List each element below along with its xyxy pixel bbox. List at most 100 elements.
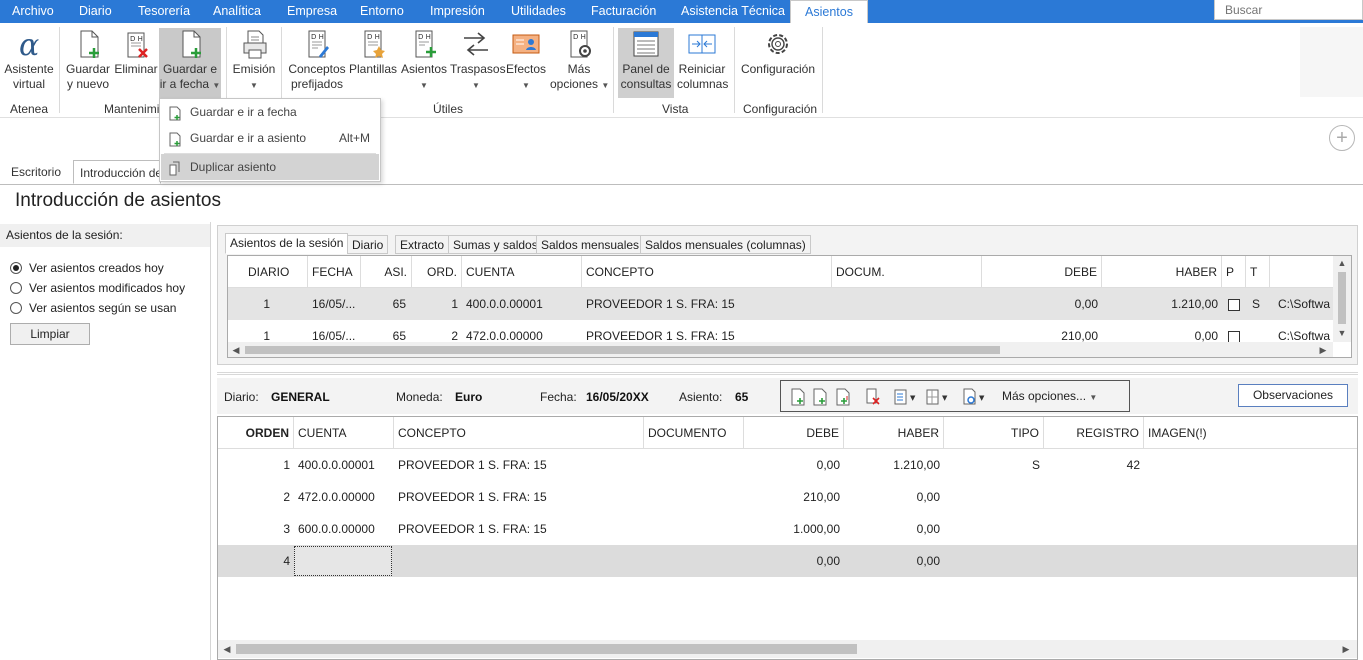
- checkbox[interactable]: [1228, 298, 1240, 311]
- cell-debe[interactable]: 0,00: [744, 545, 844, 577]
- col-header-t[interactable]: T: [1246, 256, 1270, 288]
- cell-debe: 1.000,00: [793, 522, 840, 536]
- cell-documento: [644, 481, 744, 513]
- mas-opciones-menu[interactable]: Más opciones... ▼: [1002, 389, 1097, 403]
- col-header-debe[interactable]: DEBE: [982, 256, 1102, 288]
- menu-facturacion[interactable]: Facturación: [591, 0, 656, 23]
- col-header-diario[interactable]: DIARIO: [228, 256, 308, 288]
- radio-circle[interactable]: [10, 282, 22, 294]
- guardar-ir-fecha-button[interactable]: Guardar e ir a fecha ▼: [159, 28, 221, 98]
- scroll-thumb[interactable]: [1338, 272, 1346, 324]
- cell-concepto[interactable]: [394, 545, 644, 577]
- asientos-button[interactable]: D H Asientos ▼: [400, 28, 448, 93]
- radio-circle[interactable]: [10, 262, 22, 274]
- horizontal-scrollbar[interactable]: ◀ ▶: [218, 640, 1357, 658]
- tab-introduccion[interactable]: Introducción de: [73, 160, 161, 184]
- scroll-up-icon[interactable]: ▲: [1335, 256, 1349, 270]
- search-input[interactable]: [1214, 0, 1363, 20]
- document-insert-icon[interactable]: [812, 388, 828, 406]
- tab-asientos-sesion[interactable]: Asientos de la sesión: [225, 233, 349, 254]
- scroll-right-icon[interactable]: ▶: [1316, 343, 1330, 357]
- col-header-cuenta[interactable]: CUENTA: [462, 256, 582, 288]
- menu-entorno[interactable]: Entorno: [360, 0, 404, 23]
- menu-asistencia-tecnica[interactable]: Asistencia Técnica: [681, 0, 785, 23]
- dropdown-item-guardar-asiento[interactable]: Guardar e ir a asiento Alt+M: [161, 125, 379, 151]
- menu-diario[interactable]: Diario: [79, 0, 112, 23]
- col-header-cuenta[interactable]: CUENTA: [294, 417, 394, 449]
- diario-label: Diario:: [224, 390, 259, 404]
- radio-creados-hoy[interactable]: Ver asientos creados hoy: [10, 260, 164, 276]
- radio-modificados-hoy[interactable]: Ver asientos modificados hoy: [10, 280, 185, 296]
- col-header-tipo[interactable]: TIPO: [944, 417, 1044, 449]
- cell-docum: [832, 288, 982, 320]
- scroll-thumb[interactable]: [245, 346, 1000, 354]
- reiniciar-columnas-button[interactable]: Reiniciar columnas: [677, 28, 728, 92]
- scroll-thumb[interactable]: [236, 644, 857, 654]
- vertical-scrollbar[interactable]: ▲ ▼: [1333, 256, 1351, 342]
- svg-text:D H: D H: [130, 35, 143, 43]
- document-add-icon[interactable]: [790, 388, 806, 406]
- observaciones-button[interactable]: Observaciones: [1238, 384, 1348, 407]
- col-header-fecha[interactable]: FECHA: [308, 256, 361, 288]
- limpiar-button[interactable]: Limpiar: [10, 323, 90, 345]
- tab-saldos-mensuales[interactable]: Saldos mensuales: [536, 235, 645, 254]
- scroll-left-icon[interactable]: ◀: [229, 343, 243, 357]
- plantillas-button[interactable]: D H Plantillas: [349, 28, 397, 77]
- add-tab-button[interactable]: +: [1329, 125, 1355, 151]
- menu-impresion[interactable]: Impresión: [430, 0, 485, 23]
- menu-asientos[interactable]: Asientos: [790, 0, 868, 23]
- scroll-right-icon[interactable]: ▶: [1339, 642, 1353, 656]
- mas-opciones-button[interactable]: D H Más opciones ▼: [550, 28, 609, 93]
- traspasos-button[interactable]: Traspasos ▼: [450, 28, 506, 93]
- asistente-virtual-button[interactable]: α Asistente virtual: [4, 28, 54, 92]
- radio-circle[interactable]: [10, 302, 22, 314]
- tab-escritorio[interactable]: Escritorio: [5, 160, 67, 184]
- col-header-ruta[interactable]: [1270, 256, 1333, 288]
- col-header-debe[interactable]: DEBE: [744, 417, 844, 449]
- col-header-orden[interactable]: ORDEN: [218, 417, 294, 449]
- cell-haber[interactable]: 0,00: [844, 545, 944, 577]
- configuracion-button[interactable]: Configuración: [740, 28, 816, 77]
- document-copy-icon[interactable]: [835, 388, 851, 406]
- col-header-concepto[interactable]: CONCEPTO: [394, 417, 644, 449]
- col-header-concepto[interactable]: CONCEPTO: [582, 256, 832, 288]
- tab-diario[interactable]: Diario: [347, 235, 389, 254]
- asiento-label: Asiento:: [679, 390, 723, 404]
- horizontal-scrollbar[interactable]: ◀ ▶: [228, 342, 1333, 357]
- menu-utilidades[interactable]: Utilidades: [511, 0, 566, 23]
- guardar-nuevo-button[interactable]: Guardar y nuevo: [64, 28, 112, 92]
- col-header-documento[interactable]: DOCUMENTO: [644, 417, 744, 449]
- dropdown-item-duplicar-asiento[interactable]: Duplicar asiento: [161, 154, 379, 180]
- tab-saldos-mensuales-columnas[interactable]: Saldos mensuales (columnas): [640, 235, 811, 254]
- col-header-asi[interactable]: ASI.: [361, 256, 412, 288]
- checklist-icon[interactable]: ▼: [893, 388, 919, 406]
- scroll-left-icon[interactable]: ◀: [220, 642, 234, 656]
- eliminar-button[interactable]: D H Eliminar: [114, 28, 158, 77]
- panel-splitter[interactable]: [217, 372, 1358, 375]
- conceptos-prefijados-button[interactable]: D H Conceptos prefijados: [288, 28, 346, 92]
- emision-button[interactable]: Emisión ▼: [231, 28, 277, 93]
- efectos-button[interactable]: Efectos ▼: [505, 28, 547, 93]
- col-header-ord[interactable]: ORD.: [412, 256, 462, 288]
- document-delete-icon[interactable]: [865, 388, 881, 406]
- tab-extracto[interactable]: Extracto: [395, 235, 450, 254]
- col-header-haber[interactable]: HABER: [1102, 256, 1222, 288]
- document-gear-icon[interactable]: ▼: [962, 388, 988, 406]
- menu-analitica[interactable]: Analítica: [213, 0, 261, 23]
- panel-consultas-button[interactable]: Panel de consultas: [618, 28, 674, 98]
- menu-empresa[interactable]: Empresa: [287, 0, 337, 23]
- document-list-icon[interactable]: ▼: [925, 388, 951, 406]
- menu-tesoreria[interactable]: Tesorería: [138, 0, 190, 23]
- col-header-docum[interactable]: DOCUM.: [832, 256, 982, 288]
- col-header-p[interactable]: P: [1222, 256, 1246, 288]
- tab-sumas-saldos[interactable]: Sumas y saldos: [448, 235, 543, 254]
- menu-archivo[interactable]: Archivo: [12, 0, 54, 23]
- radio-segun-se-usan[interactable]: Ver asientos según se usan: [10, 300, 176, 316]
- scroll-down-icon[interactable]: ▼: [1335, 326, 1349, 340]
- dropdown-item-guardar-fecha[interactable]: Guardar e ir a fecha: [161, 99, 379, 125]
- col-header-haber[interactable]: HABER: [844, 417, 944, 449]
- cell-documento: [644, 513, 744, 545]
- col-header-registro[interactable]: REGISTRO: [1044, 417, 1144, 449]
- cuenta-input-cell[interactable]: [294, 546, 392, 576]
- col-header-imagen[interactable]: IMAGEN(!): [1144, 417, 1357, 449]
